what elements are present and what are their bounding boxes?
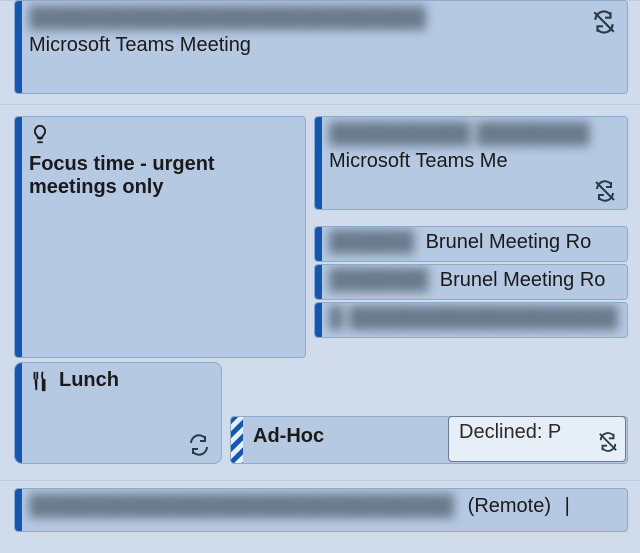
event-accent [315, 117, 322, 209]
event-declined[interactable]: Declined: P [448, 416, 626, 462]
event-subject-obscured: ███████ [329, 269, 428, 292]
event-accent [15, 1, 22, 93]
event-location: Brunel Meeting Ro [426, 231, 592, 253]
event-accent [15, 117, 22, 357]
no-recur-icon [593, 179, 617, 203]
event-accent [315, 227, 322, 261]
event-location: Microsoft Teams Meeting [29, 34, 617, 57]
event-remote[interactable]: ██████████████████████████████ (Remote) … [14, 488, 628, 532]
event-focus-time[interactable]: Focus time - urgent meetings only [14, 116, 306, 358]
event-accent [15, 363, 22, 463]
event-title: Lunch [59, 369, 119, 392]
no-recur-icon [591, 9, 617, 35]
event-subject-obscured: █ ███████████████████ [329, 307, 618, 330]
event-suffix: (Remote) [468, 495, 551, 517]
declined-label: Declined: P [459, 421, 561, 443]
calendar-day-view: ████████████████████████████ Microsoft T… [0, 0, 640, 553]
event-teams-meeting-top[interactable]: ████████████████████████████ Microsoft T… [14, 0, 628, 94]
no-recur-icon [597, 431, 619, 453]
event-teams-meeting-right[interactable]: ██████████ ████████ Microsoft Teams Me [314, 116, 628, 210]
event-title: Ad-Hoc [253, 425, 324, 447]
event-brunel-1[interactable]: ██████ Brunel Meeting Ro [314, 226, 628, 262]
fork-knife-icon [29, 370, 51, 392]
event-subject-obscured: ██████████ ████████ [329, 123, 590, 146]
event-subject-obscured: ████████████████████████████ [29, 7, 426, 30]
event-location: Brunel Meeting Ro [440, 269, 606, 291]
event-subject-obscured: ██████ [329, 231, 414, 254]
event-title: Focus time - urgent meetings only [29, 153, 295, 199]
lightbulb-icon [29, 123, 51, 145]
event-accent-tentative [231, 417, 243, 463]
event-subject-obscured: ██████████████████████████████ [29, 495, 454, 518]
event-accent [15, 489, 22, 531]
event-location: Microsoft Teams Me [329, 150, 617, 173]
event-obscured-row[interactable]: █ ███████████████████ [314, 302, 628, 338]
event-trailing-bar: | [565, 495, 570, 517]
event-lunch[interactable]: Lunch [14, 362, 222, 464]
event-accent [315, 265, 322, 299]
recur-icon [187, 433, 211, 457]
event-accent [315, 303, 322, 337]
event-brunel-2[interactable]: ███████ Brunel Meeting Ro [314, 264, 628, 300]
